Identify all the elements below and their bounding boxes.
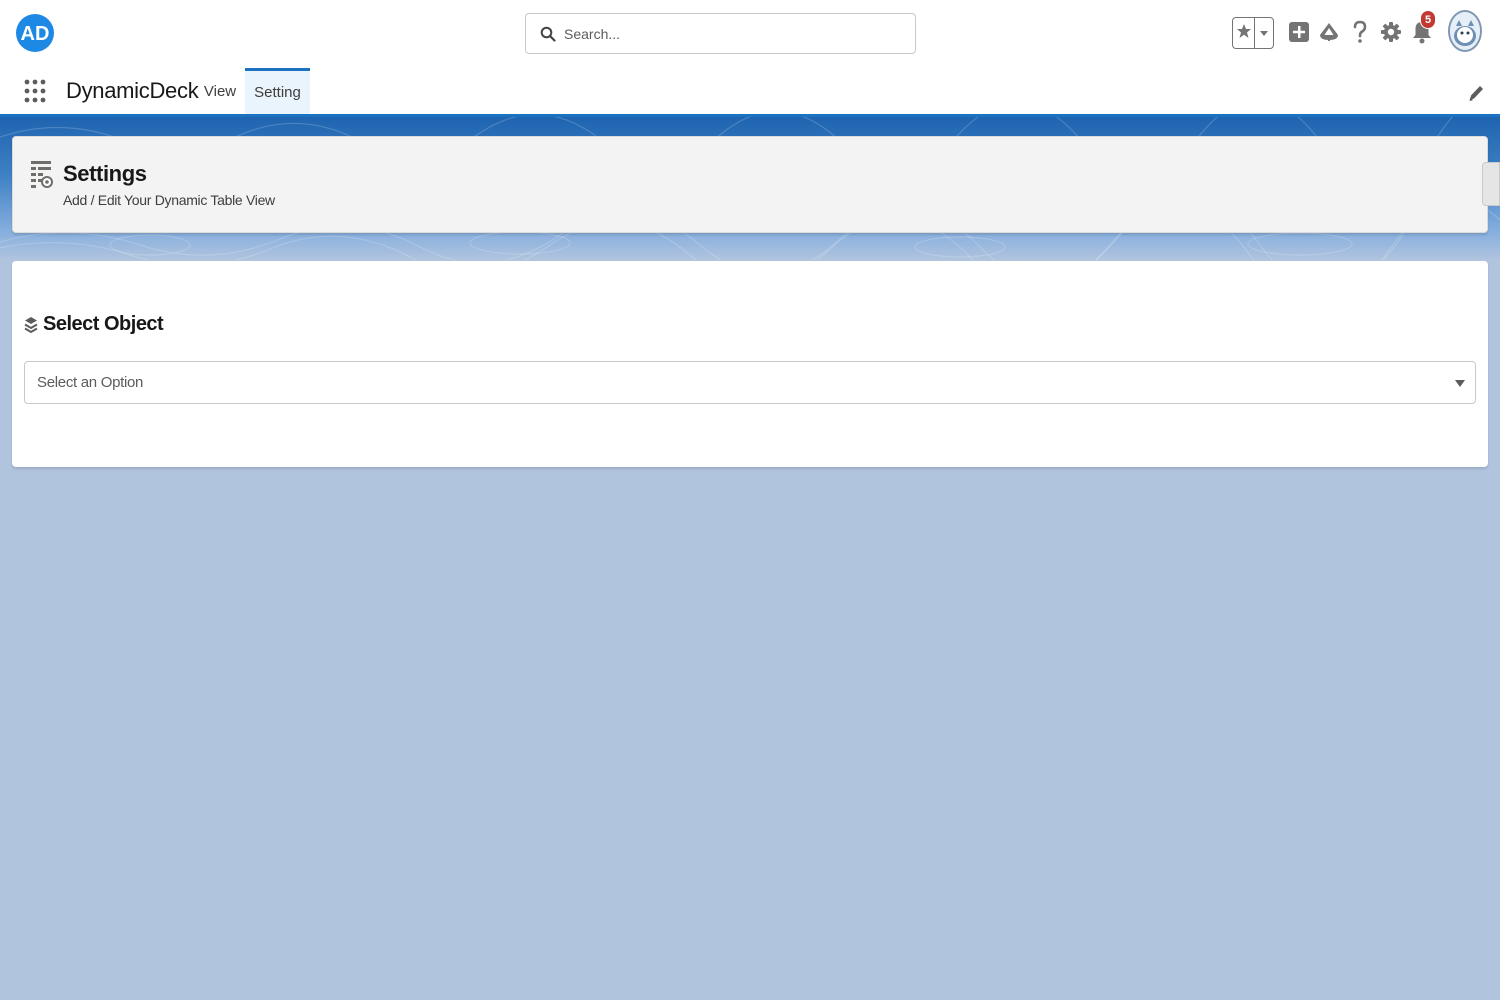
setup-button[interactable] — [1379, 20, 1403, 48]
select-object-card: Select Object Select an Option — [12, 261, 1488, 467]
table-settings-icon — [29, 159, 53, 191]
caret-down-icon — [1453, 376, 1467, 390]
section-heading: Select Object — [24, 313, 164, 336]
favorites-menu-button[interactable] — [1255, 18, 1273, 48]
app-launcher-button[interactable] — [23, 77, 47, 105]
page-title: Settings — [63, 161, 147, 186]
global-search[interactable] — [525, 13, 916, 54]
edit-nav-button[interactable] — [1466, 82, 1486, 104]
search-icon — [540, 26, 556, 42]
favorites-button[interactable] — [1233, 18, 1255, 48]
tab-setting[interactable]: Setting — [245, 68, 310, 114]
trailhead-icon — [1318, 21, 1340, 48]
notification-badge: 5 — [1420, 10, 1436, 29]
global-actions-button[interactable] — [1287, 20, 1311, 48]
app-navigation: DynamicDeck View Setting — [0, 68, 1500, 117]
svg-text:AD: AD — [21, 23, 50, 45]
question-icon — [1351, 20, 1369, 49]
pencil-icon — [1466, 86, 1486, 108]
search-input[interactable] — [562, 14, 902, 53]
object-select-placeholder: Select an Option — [37, 374, 144, 391]
layers-icon — [24, 316, 38, 334]
favorites-button-group — [1232, 17, 1274, 49]
trailhead-button[interactable] — [1317, 20, 1341, 48]
app-name: DynamicDeck — [66, 78, 199, 103]
star-icon — [1236, 23, 1252, 44]
avatar[interactable] — [1448, 10, 1482, 52]
waffle-icon — [23, 79, 47, 109]
page-header: Settings Add / Edit Your Dynamic Table V… — [12, 136, 1488, 233]
global-header: AD Search... 5 — [0, 0, 1500, 68]
object-select[interactable]: Select an Option — [24, 361, 1476, 404]
chevron-down-icon — [1259, 24, 1269, 42]
utility-side-tab[interactable] — [1482, 162, 1500, 206]
plus-icon — [1288, 21, 1310, 48]
tab-view[interactable]: View — [196, 68, 244, 114]
help-button[interactable] — [1348, 20, 1372, 48]
avatar-icon — [1450, 12, 1480, 50]
section-title: Select Object — [43, 313, 164, 335]
page-subtitle: Add / Edit Your Dynamic Table View — [63, 192, 275, 208]
gear-icon — [1380, 21, 1402, 48]
ad-logo-icon[interactable]: AD — [15, 7, 55, 59]
